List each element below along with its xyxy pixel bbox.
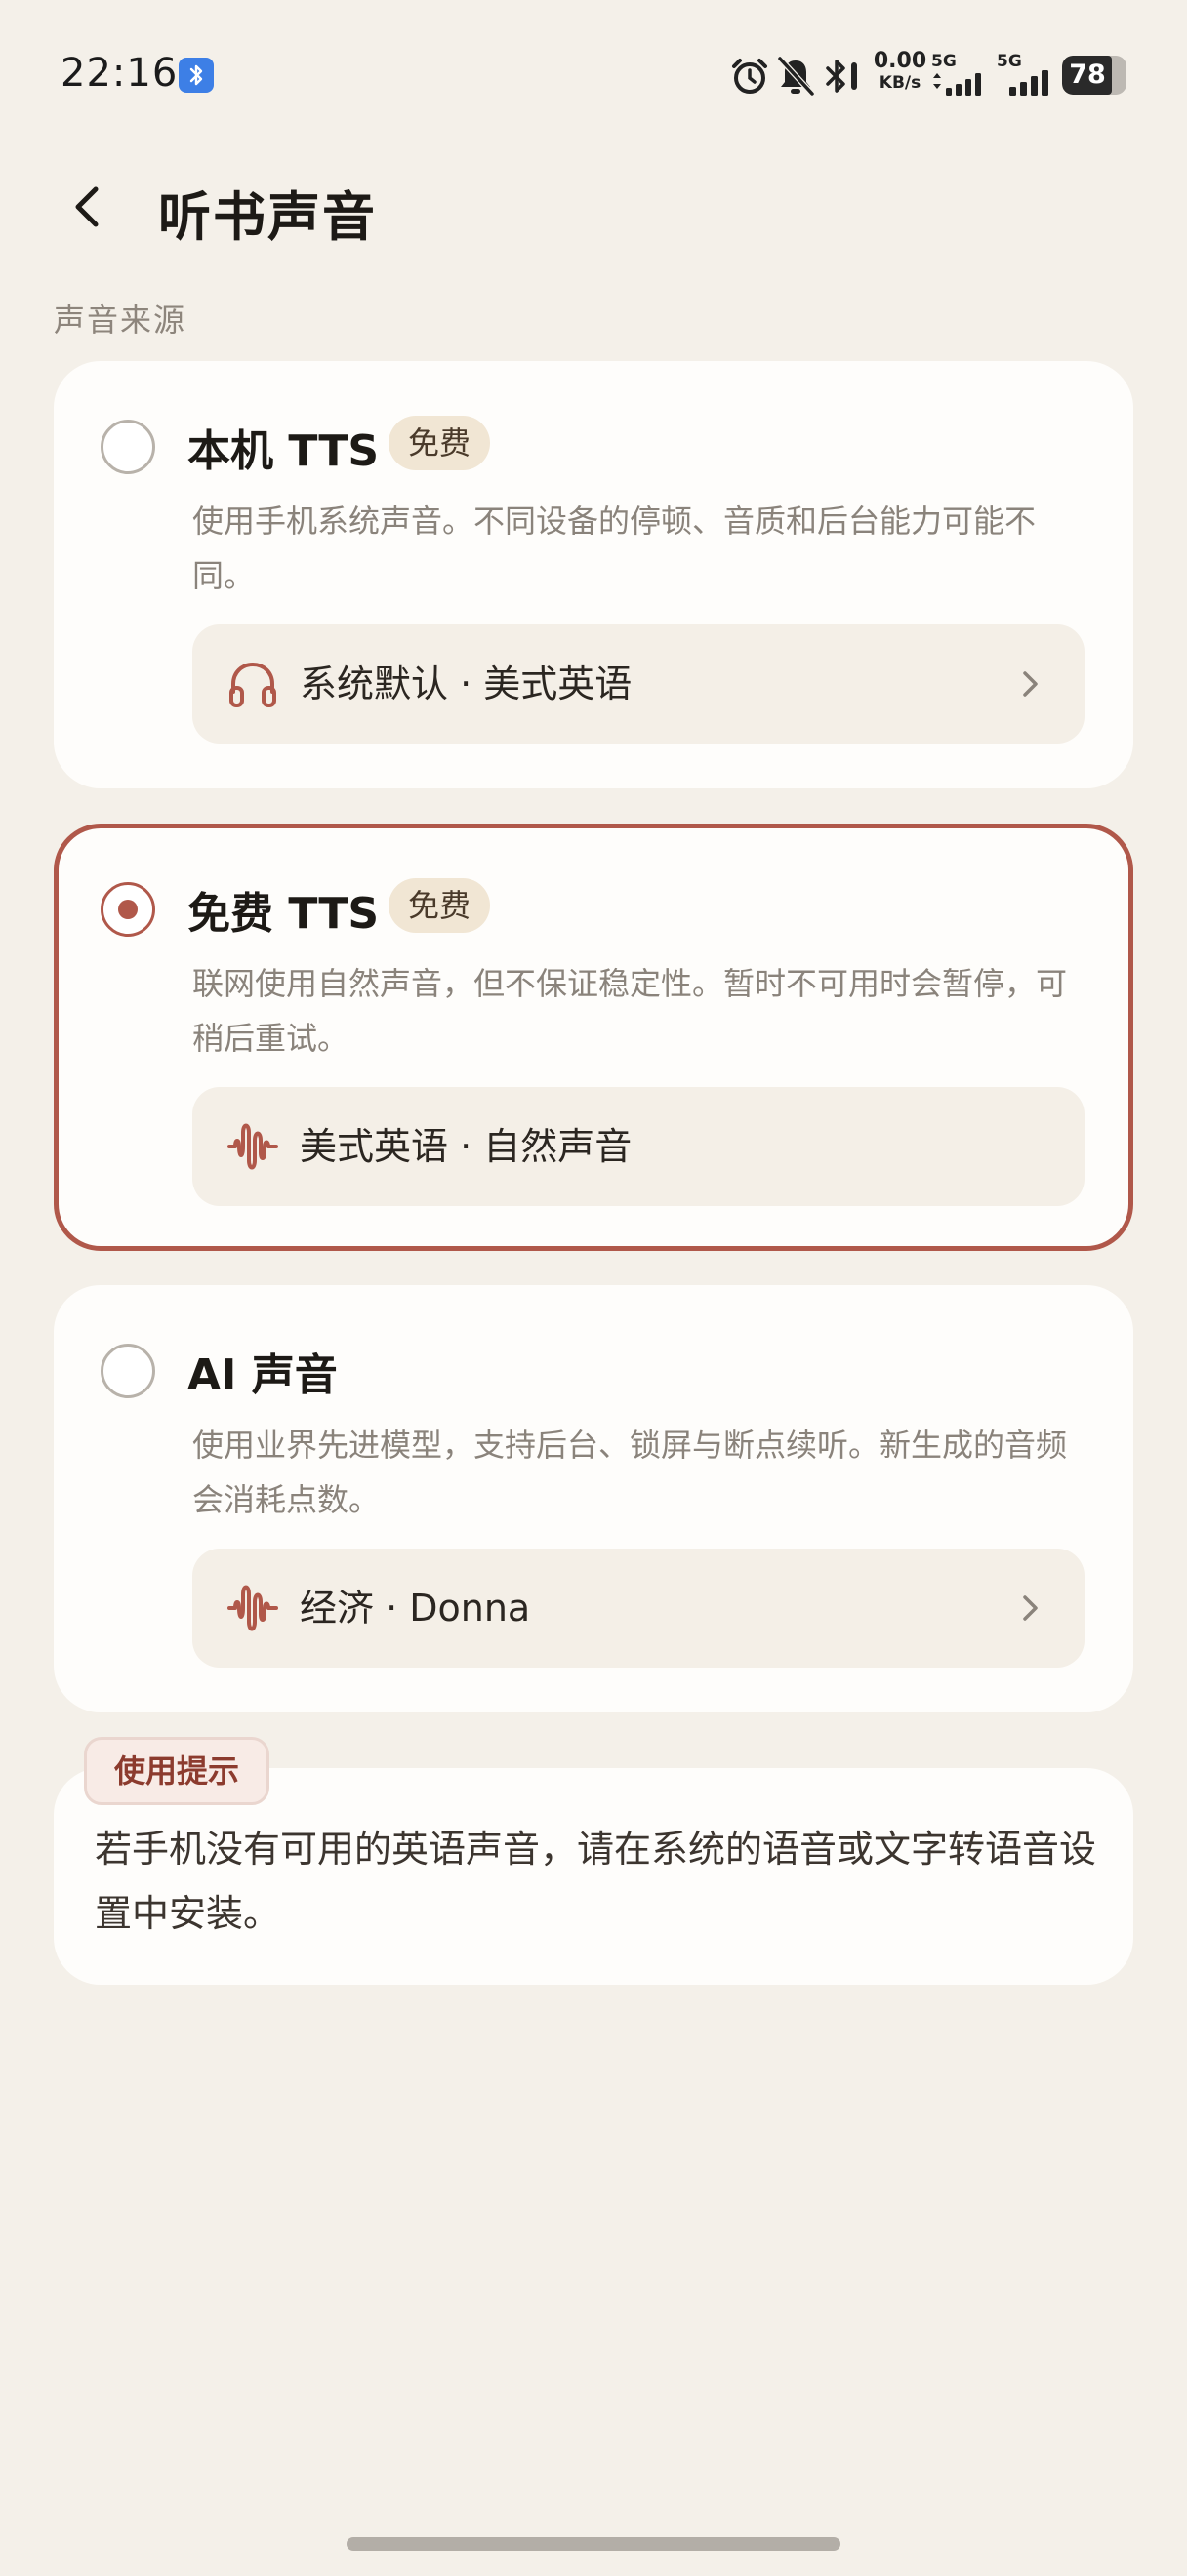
alarm-icon bbox=[732, 59, 767, 94]
option-card-ai-voice[interactable]: AI 声音 使用业界先进模型，支持后台、锁屏与断点续听。新生成的音频会消耗点数。… bbox=[54, 1285, 1133, 1712]
home-indicator[interactable] bbox=[347, 2537, 840, 2551]
battery-level: 78 bbox=[1069, 60, 1106, 90]
option-card-local-tts[interactable]: 本机 TTS 免费 使用手机系统声音。不同设备的停顿、音质和后台能力可能不同。 … bbox=[54, 361, 1133, 788]
chevron-right-icon bbox=[1023, 1595, 1038, 1621]
radio-button-selected[interactable] bbox=[101, 882, 155, 937]
voice-name: 系统默认 · 美式英语 bbox=[300, 663, 633, 705]
voice-name: 经济 · Donna bbox=[300, 1587, 531, 1630]
option-title: AI 声音 bbox=[187, 1350, 338, 1400]
bluetooth-badge-icon bbox=[179, 58, 214, 93]
section-label: 声音来源 bbox=[54, 302, 187, 339]
option-description: 使用业界先进模型，支持后台、锁屏与断点续听。新生成的音频会消耗点数。 bbox=[192, 1427, 1068, 1518]
headphones-icon bbox=[229, 662, 276, 707]
radio-button[interactable] bbox=[101, 1344, 155, 1398]
tip-text: 若手机没有可用的英语声音，请在系统的语音或文字转语音设置中安装。 bbox=[95, 1828, 1097, 1935]
voice-selector[interactable]: 经济 · Donna bbox=[192, 1549, 1085, 1668]
back-arrow-icon bbox=[75, 186, 99, 227]
signal-bars-icon bbox=[933, 73, 981, 96]
waveform-icon bbox=[227, 1123, 278, 1170]
network-speed-value: 0.00 bbox=[873, 49, 927, 73]
sim1-network-type: 5G bbox=[931, 52, 957, 71]
back-button[interactable] bbox=[59, 176, 121, 238]
status-bar: 22:16 0.00 KB/s 5G 5G 78 bbox=[0, 0, 1187, 146]
option-card-free-tts[interactable]: 免费 TTS 免费 联网使用自然声音，但不保证稳定性。暂时不可用时会暂停，可稍后… bbox=[54, 824, 1133, 1251]
chevron-right-icon bbox=[1023, 671, 1038, 697]
free-tag: 免费 bbox=[389, 878, 491, 933]
radio-button[interactable] bbox=[101, 420, 155, 474]
waveform-icon bbox=[227, 1585, 278, 1631]
option-title: 免费 TTS bbox=[187, 889, 380, 939]
signal-bars-icon bbox=[1009, 70, 1048, 96]
option-description: 使用手机系统声音。不同设备的停顿、音质和后台能力可能不同。 bbox=[192, 503, 1037, 594]
status-time: 22:16 bbox=[61, 51, 179, 96]
voice-selector[interactable]: 系统默认 · 美式英语 bbox=[192, 624, 1085, 744]
option-description: 联网使用自然声音，但不保证稳定性。暂时不可用时会暂停，可稍后重试。 bbox=[192, 965, 1068, 1057]
bell-off-icon bbox=[777, 56, 815, 97]
network-speed: 0.00 KB/s bbox=[871, 51, 929, 92]
voice-selector[interactable]: 美式英语 · 自然声音 bbox=[192, 1087, 1085, 1206]
tip-badge: 使用提示 bbox=[84, 1737, 270, 1805]
free-tag: 免费 bbox=[389, 416, 491, 470]
network-speed-unit: KB/s bbox=[879, 73, 921, 93]
option-title: 本机 TTS bbox=[187, 426, 380, 476]
page-title: 听书声音 bbox=[158, 186, 377, 248]
voice-name: 美式英语 · 自然声音 bbox=[300, 1125, 633, 1168]
bluetooth-icon bbox=[826, 60, 857, 93]
battery-icon: 78 bbox=[1062, 56, 1126, 95]
